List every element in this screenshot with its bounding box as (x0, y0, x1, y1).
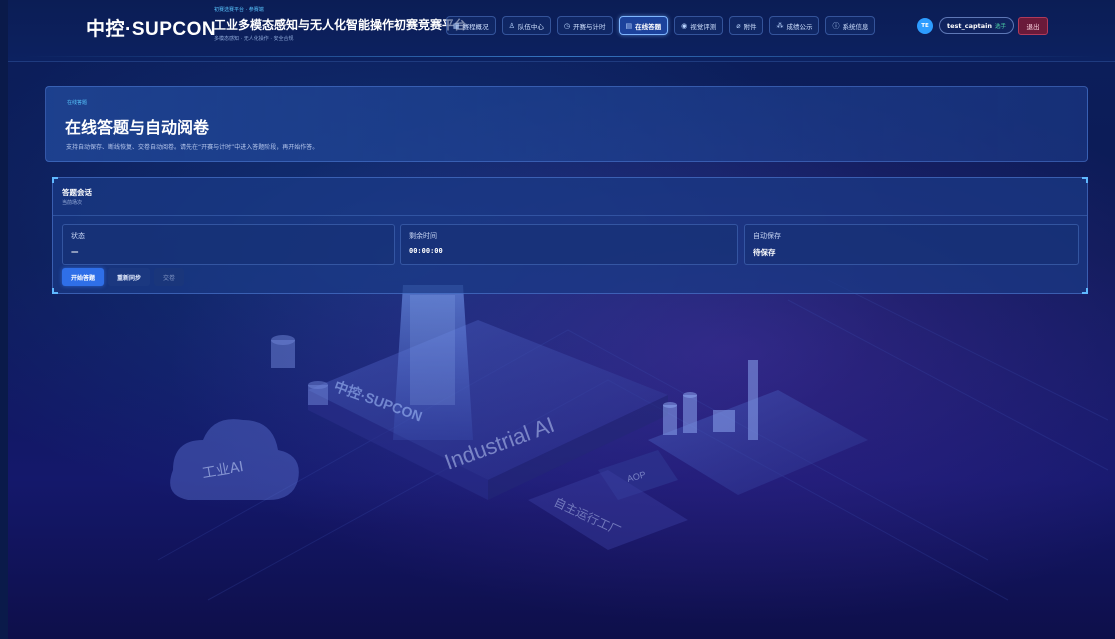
paperclip-icon: ⌀ (736, 21, 741, 30)
answer-session-panel: 答题会话 当前场次 状态 — 剩余时间 00:00:00 自动保存 待保存 开始… (52, 177, 1088, 294)
nav-label: 系统信息 (842, 22, 869, 31)
panel-corner (1082, 288, 1088, 294)
app-frame: 中控·SUPCON Industrial AI 工业AI AOP 自主运行工厂 … (8, 0, 1115, 639)
stat-status: 状态 — (62, 224, 395, 265)
countdown-value: 00:00:00 (409, 247, 443, 255)
platform-title-block: 初赛选赛平台 · 参赛端 工业多模态感知与无人化智能操作初赛竞赛平台 多模态感知… (214, 6, 466, 42)
clock-icon: ◷ (563, 21, 571, 30)
document-icon: ▤ (625, 21, 633, 30)
panel-corner (52, 288, 58, 294)
session-title: 答题会话 (62, 188, 92, 197)
user-role: 选手 (994, 23, 1006, 30)
stat-value: — (71, 247, 79, 256)
stat-autosave: 自动保存 待保存 (744, 224, 1079, 265)
divider (53, 215, 1087, 216)
panel-corner (52, 177, 58, 183)
submit-button[interactable]: 交卷 (154, 268, 185, 286)
session-subtitle: 当前场次 (62, 200, 83, 206)
stat-value: 待保存 (753, 248, 776, 257)
nav-label: 赛程概况 (462, 22, 489, 31)
stat-remaining-time: 剩余时间 00:00:00 (400, 224, 738, 265)
nav-label: 在线答题 (635, 22, 662, 31)
stat-label: 状态 (71, 232, 85, 240)
stat-label: 自动保存 (753, 232, 781, 240)
nav-label: 附件 (743, 22, 757, 31)
user-badge[interactable]: test_captain 选手 (939, 17, 1014, 34)
main-nav: ▦ 赛程概况 ♙ 队伍中心 ◷ 开赛与计时 ▤ 在线答题 ◉ 视觉评测 ⌀ 附件 (446, 16, 876, 35)
nav-item-attachments[interactable]: ⌀ 附件 (729, 16, 764, 35)
nav-item-team[interactable]: ♙ 队伍中心 (501, 16, 551, 35)
nav-label: 成绩公示 (786, 22, 813, 31)
session-actions: 开始答题 重新同步 交卷 (62, 268, 185, 286)
stat-label: 剩余时间 (409, 232, 437, 240)
nav-item-timer[interactable]: ◷ 开赛与计时 (556, 16, 613, 35)
team-icon: ♙ (508, 21, 515, 30)
page-description: 支持自动保存、断线恢复、交卷自动阅卷。请先在“开赛与计时”中进入答题阶段，再开始… (66, 144, 319, 151)
nav-label: 队伍中心 (517, 22, 544, 31)
page-hero: 在线答题 在线答题与自动阅卷 支持自动保存、断线恢复、交卷自动阅卷。请先在“开赛… (45, 86, 1088, 162)
user-name: test_captain (947, 21, 992, 30)
nav-item-results[interactable]: ⁂ 成绩公示 (769, 16, 820, 35)
platform-subtitle: 多模态感知 · 无人化操作 · 安全合规 (214, 36, 294, 42)
info-icon: ⓘ (832, 21, 840, 30)
hero-tag: 在线答题 (67, 100, 88, 106)
logout-button[interactable]: 退出 (1018, 17, 1048, 35)
nav-item-system-info[interactable]: ⓘ 系统信息 (825, 16, 876, 35)
avatar[interactable]: TE (917, 18, 933, 34)
ranking-icon: ⁂ (776, 21, 784, 30)
resync-button[interactable]: 重新同步 (108, 268, 151, 286)
nav-item-vision-eval[interactable]: ◉ 视觉评测 (674, 16, 724, 35)
top-header: 中控·SUPCON 初赛选赛平台 · 参赛端 工业多模态感知与无人化智能操作初赛… (8, 0, 1115, 62)
brand-logo: 中控·SUPCON (86, 19, 217, 40)
platform-title: 工业多模态感知与无人化智能操作初赛竞赛平台 (214, 18, 467, 32)
page-title: 在线答题与自动阅卷 (65, 118, 210, 137)
header-divider (24, 56, 1099, 57)
start-answer-button[interactable]: 开始答题 (62, 268, 105, 286)
nav-label: 开赛与计时 (573, 22, 606, 31)
schedule-icon: ▦ (453, 21, 460, 30)
eye-icon: ◉ (681, 21, 688, 30)
panel-corner (1082, 177, 1088, 183)
nav-label: 视觉评测 (690, 22, 717, 31)
platform-title-top: 初赛选赛平台 · 参赛端 (214, 7, 264, 13)
nav-item-schedule[interactable]: ▦ 赛程概况 (446, 16, 496, 35)
nav-item-online-answer[interactable]: ▤ 在线答题 (618, 16, 669, 35)
